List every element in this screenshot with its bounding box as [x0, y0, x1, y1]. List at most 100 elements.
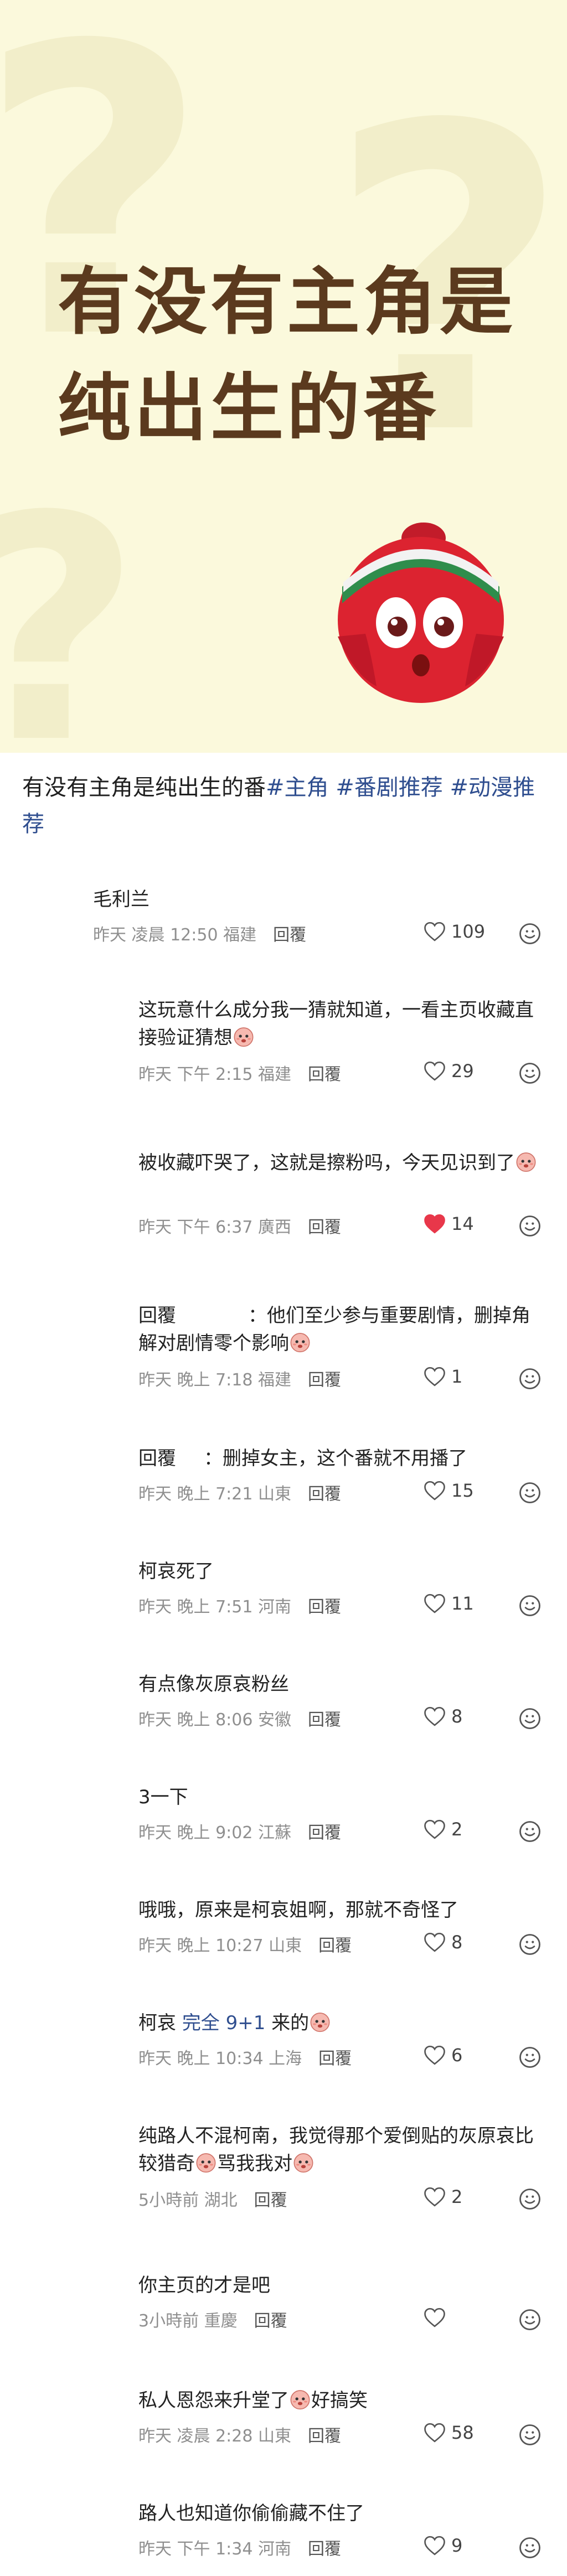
comment-text: 私人恩怨来升堂了 好搞笑 — [138, 2387, 537, 2414]
smile-icon[interactable] — [518, 1062, 542, 1085]
smile-icon[interactable] — [518, 1820, 542, 1843]
smile-icon[interactable] — [518, 2308, 542, 2331]
like-count: 2 — [451, 1819, 463, 1840]
hashtag-link[interactable]: #番剧推荐 — [336, 775, 443, 800]
tomato-mascot-icon — [338, 523, 504, 703]
reply-button[interactable]: 回覆 — [308, 1218, 341, 1237]
comment-body: 回覆 ：删掉女主，这个番就不用播了 — [138, 1445, 537, 1472]
comment-body: 这玩意什么成分我一猜就知道，一看主页收藏直接验证猜想 — [138, 996, 537, 1052]
comment-body: 纯路人不混柯南，我觉得那个爱倒贴的灰原哀比较猎奇 骂我我对 — [138, 2122, 537, 2177]
reply-button[interactable]: 回覆 — [308, 1823, 341, 1843]
comment-body: 柯哀死了 — [138, 1558, 537, 1585]
smile-icon[interactable] — [518, 2423, 542, 2446]
emoji-icon — [309, 2010, 331, 2032]
comment-time: 昨天 下午 6:37 — [138, 1218, 253, 1237]
heart-icon — [424, 2422, 446, 2443]
like-button[interactable]: 15 — [424, 1480, 484, 1501]
comment-body: 毛利兰 — [93, 886, 492, 913]
emoji-icon — [195, 2151, 217, 2173]
reply-button[interactable]: 回覆 — [308, 2539, 341, 2559]
heart-icon — [424, 1061, 446, 1082]
comment-time: 昨天 晚上 7:21 — [138, 1484, 253, 1504]
comment-meta: 昨天 晚上 7:21 山東 回覆 — [138, 1480, 341, 1504]
heart-icon — [424, 1213, 446, 1234]
like-button[interactable]: 29 — [424, 1061, 484, 1082]
comment-time: 昨天 下午 2:15 — [138, 1065, 253, 1084]
reply-button[interactable]: 回覆 — [308, 1484, 341, 1504]
comment-text: 柯哀死了 — [138, 1560, 214, 1582]
like-button[interactable]: 2 — [424, 1819, 484, 1840]
smile-icon[interactable] — [518, 1707, 542, 1730]
comment-location: 山東 — [258, 1484, 291, 1504]
smile-icon[interactable] — [518, 2536, 542, 2559]
cover-title: 有没有主角是 纯出生的番 — [58, 249, 556, 462]
like-count: 109 — [451, 921, 486, 942]
hashtag-link[interactable]: #主角 — [266, 775, 329, 800]
comment-location: 山東 — [258, 2427, 291, 2446]
reply-button[interactable]: 回覆 — [308, 1370, 341, 1390]
reply-button[interactable]: 回覆 — [254, 2311, 287, 2331]
like-count: 6 — [451, 2045, 463, 2066]
reply-prefix: 回覆 — [138, 1305, 176, 1327]
like-button[interactable]: 11 — [424, 1593, 484, 1614]
comment-text: 回覆 ：删掉女主，这个番就不用播了 — [138, 1445, 537, 1472]
heart-icon — [424, 1366, 446, 1387]
like-button[interactable]: 8 — [424, 1706, 484, 1727]
comment-text: 柯哀 完全 9+1 来的 — [138, 2009, 537, 2037]
like-count: 29 — [451, 1061, 474, 1082]
comment-location: 湖北 — [204, 2191, 238, 2210]
smile-icon[interactable] — [518, 2187, 542, 2211]
reply-button[interactable]: 回覆 — [254, 2191, 287, 2210]
reply-button[interactable]: 回覆 — [318, 2049, 352, 2068]
reply-button[interactable]: 回覆 — [308, 2427, 341, 2446]
heart-icon — [424, 1706, 446, 1727]
like-button[interactable]: 58 — [424, 2422, 484, 2443]
comment-time: 昨天 晚上 8:06 — [138, 1710, 253, 1730]
like-button[interactable]: 6 — [424, 2045, 484, 2066]
like-button[interactable]: 14 — [424, 1213, 484, 1234]
emoji-icon — [289, 1331, 311, 1353]
comment-text: 你主页的才是吧 — [138, 2274, 270, 2296]
smile-icon[interactable] — [518, 1933, 542, 1956]
like-button[interactable]: 9 — [424, 2535, 484, 2556]
comment-text-content: 被收藏吓哭了，这就是擦粉吗，今天见识到了 — [138, 1152, 515, 1174]
cover-image: ? ? ? 有没有主角是 纯出生的番 — [0, 0, 567, 753]
emoji-icon — [289, 2388, 311, 2410]
comment-time: 昨天 晚上 10:27 — [138, 1936, 264, 1956]
reply-button[interactable]: 回覆 — [308, 1597, 341, 1617]
comment-meta: 昨天 晚上 10:27 山東 回覆 — [138, 1932, 352, 1956]
smile-icon[interactable] — [518, 2046, 542, 2069]
comment-username[interactable]: 毛利兰 — [93, 886, 492, 913]
comment-location: 福建 — [223, 925, 257, 945]
like-button[interactable]: 1 — [424, 1366, 484, 1387]
heart-icon — [424, 2045, 446, 2066]
like-button[interactable]: 109 — [424, 921, 485, 942]
comment-location: 江蘇 — [258, 1823, 291, 1843]
like-count: 11 — [451, 1593, 474, 1614]
like-button[interactable]: 8 — [424, 1932, 484, 1953]
comment-text: 有点像灰原哀粉丝 — [138, 1673, 289, 1695]
heart-icon — [424, 1480, 446, 1501]
like-button[interactable]: 2 — [424, 2186, 484, 2207]
like-button[interactable] — [424, 2307, 484, 2328]
reply-button[interactable]: 回覆 — [308, 1065, 341, 1084]
comment-body: 被收藏吓哭了，这就是擦粉吗，今天见识到了 — [138, 1149, 537, 1177]
comment-time: 3小時前 — [138, 2311, 199, 2331]
smile-icon[interactable] — [518, 1367, 542, 1390]
comment-meta: 5小時前 湖北 回覆 — [138, 2186, 287, 2211]
comment-location: 重慶 — [204, 2311, 238, 2331]
emoji-icon — [233, 1025, 255, 1047]
smile-icon[interactable] — [518, 922, 542, 945]
comment-location: 山東 — [269, 1936, 302, 1956]
reply-button[interactable]: 回覆 — [308, 1710, 341, 1730]
reply-button[interactable]: 回覆 — [273, 925, 306, 945]
highlighted-text: 完全 9+1 — [182, 2012, 266, 2034]
comment-location: 廣西 — [258, 1218, 291, 1237]
reply-button[interactable]: 回覆 — [318, 1936, 352, 1956]
smile-icon[interactable] — [518, 1214, 542, 1238]
like-count: 14 — [451, 1213, 474, 1234]
comment-time: 昨天 晚上 7:18 — [138, 1370, 253, 1390]
smile-icon[interactable] — [518, 1481, 542, 1504]
comment-text-content: 柯哀 — [138, 2012, 176, 2034]
smile-icon[interactable] — [518, 1594, 542, 1617]
